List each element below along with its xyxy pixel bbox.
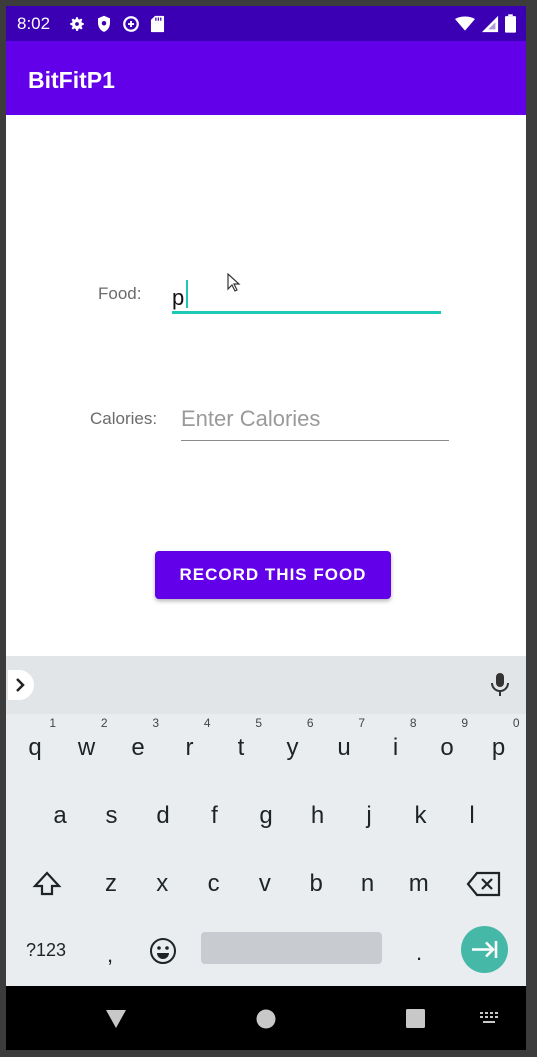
sd-card-icon bbox=[150, 15, 165, 33]
recents-icon[interactable] bbox=[406, 1009, 425, 1028]
enter-key[interactable] bbox=[461, 926, 508, 973]
key-label: w bbox=[77, 734, 96, 761]
key-label: t bbox=[237, 734, 245, 761]
tab-next-icon bbox=[472, 941, 498, 958]
key-n[interactable]: n bbox=[343, 854, 393, 914]
key-w[interactable]: w2 bbox=[62, 716, 112, 778]
shift-key[interactable] bbox=[22, 854, 72, 914]
key-k[interactable]: k bbox=[396, 786, 446, 846]
food-label: Food: bbox=[98, 284, 142, 303]
key-q[interactable]: q1 bbox=[10, 716, 60, 778]
key-label: y bbox=[286, 734, 299, 761]
key-p[interactable]: p0 bbox=[474, 716, 524, 778]
spacebar-key[interactable] bbox=[201, 932, 382, 964]
key-number-hint: 4 bbox=[203, 716, 211, 730]
key-b[interactable]: b bbox=[291, 854, 341, 914]
key-h[interactable]: h bbox=[293, 786, 343, 846]
key-i[interactable]: i8 bbox=[371, 716, 421, 778]
key-j[interactable]: j bbox=[344, 786, 394, 846]
key-number-hint: 7 bbox=[358, 716, 365, 730]
key-t[interactable]: t5 bbox=[216, 716, 266, 778]
soft-keyboard: q1w2e3r4t5y6u7i8o9p0 asdfghjkl zxcvbnm ?… bbox=[6, 656, 526, 986]
status-icons-right bbox=[455, 14, 516, 33]
key-v[interactable]: v bbox=[240, 854, 290, 914]
backspace-icon bbox=[466, 871, 501, 897]
keyboard-switch-icon[interactable] bbox=[480, 1012, 500, 1026]
period-key[interactable]: . bbox=[416, 940, 422, 966]
food-input[interactable]: p bbox=[172, 276, 441, 314]
key-number-hint: 5 bbox=[255, 716, 262, 730]
key-l[interactable]: l bbox=[447, 786, 497, 846]
status-icons-left bbox=[68, 15, 165, 33]
key-number-hint: 2 bbox=[100, 716, 108, 730]
calories-label: Calories: bbox=[90, 409, 158, 428]
key-y[interactable]: y6 bbox=[268, 716, 318, 778]
keyboard-row-2: asdfghjkl bbox=[6, 786, 526, 846]
suggestion-strip bbox=[6, 656, 526, 714]
key-label: u bbox=[337, 734, 351, 761]
key-r[interactable]: r4 bbox=[165, 716, 215, 778]
key-label: r bbox=[185, 734, 194, 761]
key-label: o bbox=[440, 734, 454, 761]
key-z[interactable]: z bbox=[86, 854, 136, 914]
chevron-right-icon bbox=[16, 678, 25, 692]
key-c[interactable]: c bbox=[189, 854, 239, 914]
symbols-key[interactable]: ?123 bbox=[26, 940, 66, 961]
key-g[interactable]: g bbox=[241, 786, 291, 846]
calories-input[interactable] bbox=[181, 403, 449, 435]
keyboard-row-1: q1w2e3r4t5y6u7i8o9p0 bbox=[6, 716, 526, 778]
voice-input-button[interactable] bbox=[490, 672, 510, 703]
key-u[interactable]: u7 bbox=[319, 716, 369, 778]
key-number-hint: 8 bbox=[409, 716, 417, 730]
app-title: BitFitP1 bbox=[28, 67, 115, 93]
text-cursor bbox=[186, 280, 188, 308]
keyboard-row-3: zxcvbnm bbox=[6, 854, 526, 914]
food-input-value: p bbox=[172, 285, 185, 310]
key-s[interactable]: s bbox=[87, 786, 137, 846]
emoji-key[interactable] bbox=[149, 937, 177, 970]
key-d[interactable]: d bbox=[138, 786, 188, 846]
battery-icon bbox=[505, 14, 516, 33]
record-food-button[interactable]: RECORD THIS FOOD bbox=[155, 551, 391, 599]
key-label: i bbox=[392, 734, 399, 761]
status-time: 8:02 bbox=[17, 14, 51, 33]
signal-icon bbox=[481, 15, 499, 32]
key-e[interactable]: e3 bbox=[113, 716, 163, 778]
key-label: q bbox=[28, 734, 42, 761]
key-number-hint: 3 bbox=[152, 716, 159, 730]
key-number-hint: 1 bbox=[49, 716, 56, 730]
key-number-hint: 6 bbox=[306, 716, 314, 730]
key-o[interactable]: o9 bbox=[422, 716, 472, 778]
backspace-key[interactable] bbox=[459, 854, 509, 914]
calories-field bbox=[181, 403, 449, 441]
navigation-bar bbox=[6, 986, 526, 1050]
shift-icon bbox=[32, 871, 62, 896]
key-x[interactable]: x bbox=[137, 854, 187, 914]
key-number-hint: 0 bbox=[512, 716, 520, 730]
key-number-hint: 9 bbox=[461, 716, 468, 730]
emoji-icon bbox=[150, 938, 176, 964]
key-label: p bbox=[491, 734, 506, 761]
wifi-icon bbox=[455, 16, 475, 31]
device-screen: 8:02 BitFitP1 Food: p Calories: RECORD T… bbox=[6, 6, 526, 1050]
key-f[interactable]: f bbox=[190, 786, 240, 846]
data-saver-icon bbox=[123, 16, 139, 32]
shield-icon bbox=[98, 15, 110, 32]
settings-icon bbox=[70, 17, 84, 31]
expand-toolbar-button[interactable] bbox=[8, 670, 34, 700]
status-bar: 8:02 bbox=[6, 6, 526, 41]
microphone-icon bbox=[491, 673, 509, 696]
key-label: e bbox=[131, 734, 145, 761]
app-bar: BitFitP1 bbox=[6, 41, 526, 115]
mouse-pointer-icon bbox=[227, 273, 241, 292]
key-a[interactable]: a bbox=[35, 786, 85, 846]
home-icon[interactable] bbox=[256, 1009, 276, 1029]
comma-key[interactable]: , bbox=[107, 942, 113, 968]
back-icon[interactable] bbox=[105, 1009, 127, 1029]
key-m[interactable]: m bbox=[394, 854, 444, 914]
